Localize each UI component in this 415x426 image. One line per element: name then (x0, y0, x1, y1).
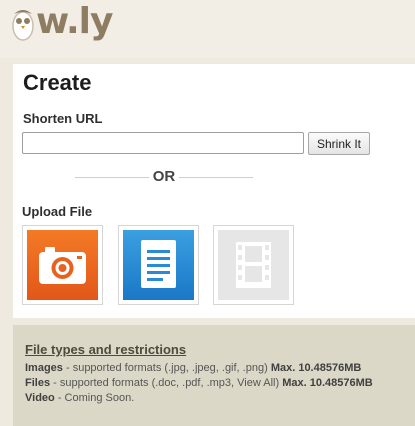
restriction-text: - supported formats (.doc, .pdf, .mp3, V… (50, 377, 283, 389)
logo-text: w.ly (36, 1, 113, 42)
upload-image-tile[interactable] (22, 225, 103, 305)
film-icon (218, 230, 289, 305)
upload-file-label: Upload File (22, 204, 93, 219)
shorten-url-label: Shorten URL (23, 111, 103, 126)
restriction-row-files: Files - supported formats (.doc, .pdf, .… (25, 377, 373, 389)
logo[interactable]: w.ly (10, 1, 113, 42)
shrink-it-button[interactable]: Shrink It (308, 132, 370, 155)
restriction-row-images: Images - supported formats (.jpg, .jpeg,… (25, 362, 361, 374)
header: w.ly (0, 0, 415, 58)
restriction-row-video: Video - Coming Soon. (25, 392, 134, 404)
restrictions-panel: File types and restrictions Images - sup… (13, 325, 415, 426)
restriction-type: Video (25, 392, 55, 404)
upload-document-tile[interactable] (118, 225, 199, 305)
restriction-limit: Max. 10.48576MB (270, 362, 362, 374)
restriction-limit: Max. 10.48576MB (282, 377, 373, 389)
camera-icon (27, 230, 98, 305)
or-label: OR (152, 168, 176, 185)
url-input[interactable] (22, 132, 304, 154)
document-icon (123, 230, 194, 305)
restriction-text: - supported formats (.jpg, .jpeg, .gif, … (62, 362, 271, 374)
or-divider-right (179, 177, 253, 178)
upload-video-tile (213, 225, 294, 305)
restriction-type: Files (25, 377, 51, 389)
owl-icon (10, 4, 36, 42)
restriction-text: - Coming Soon. (54, 392, 135, 404)
page-title: Create (23, 70, 92, 95)
restrictions-title-link[interactable]: File types and restrictions (25, 342, 186, 357)
restriction-type: Images (25, 362, 63, 374)
create-panel: Create Shorten URL Shrink It OR Upload F… (13, 64, 415, 318)
or-divider-left (75, 177, 149, 178)
